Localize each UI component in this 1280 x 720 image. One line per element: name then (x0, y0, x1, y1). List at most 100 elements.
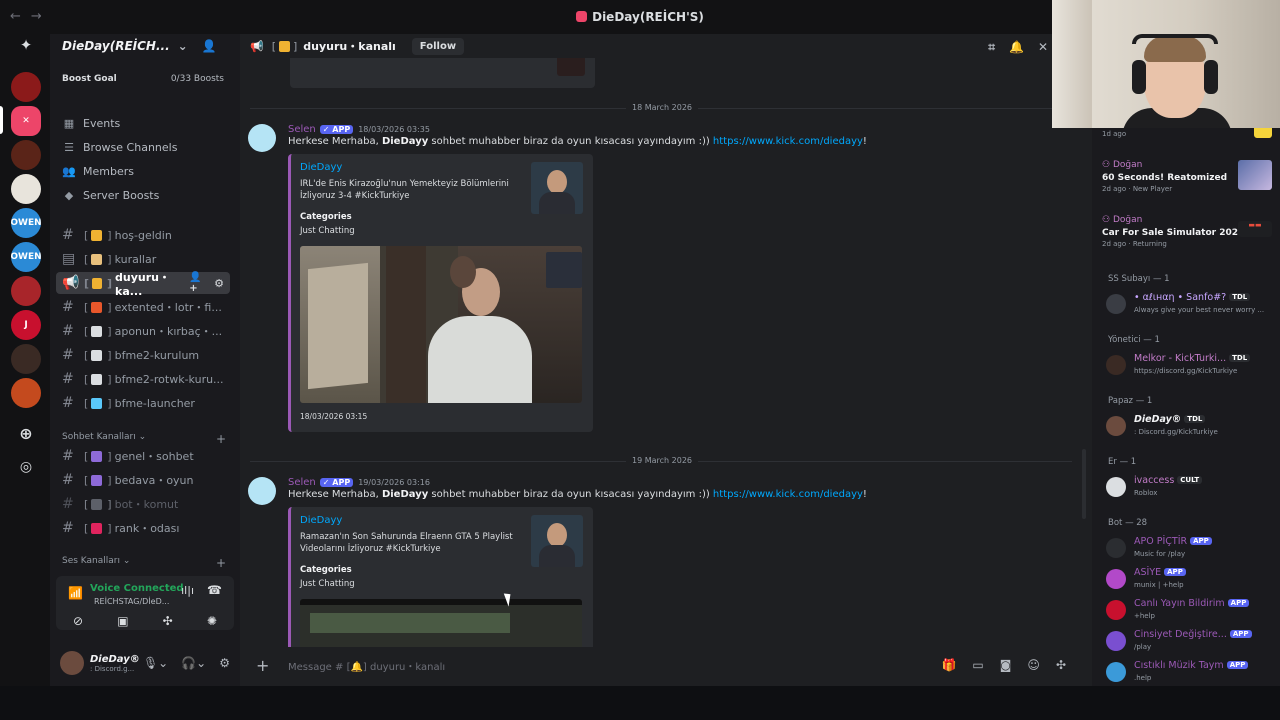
message-link[interactable]: https://www.kick.com/diedayy (713, 489, 863, 500)
member-item[interactable]: Cinsiyet Değiştire... APP /play (1106, 629, 1276, 659)
boost-goal[interactable]: Boost Goal 0/33 Boosts (62, 74, 224, 92)
message-text: Herkese Merhaba, DieDayy sohbet muhabber… (288, 136, 867, 147)
disconnect-icon[interactable]: ☎ (207, 583, 222, 597)
add-channel-icon[interactable]: + (216, 556, 226, 570)
member-item[interactable]: APO PİÇTİR APP Music for /play (1106, 536, 1276, 566)
sticker-icon[interactable]: ◙ (1000, 658, 1012, 672)
add-channel-icon[interactable]: + (216, 432, 226, 446)
server-icon[interactable] (11, 174, 41, 204)
nav-members[interactable]: 👥 Members (62, 160, 232, 182)
activity-item[interactable]: ⚇ Doğan 60 Seconds! Reatomized 2d ago · … (1102, 160, 1272, 210)
nav-events[interactable]: ▦ Events (62, 112, 232, 134)
gear-icon[interactable]: ⚙ (219, 656, 230, 670)
server-icon[interactable]: OWEN (11, 208, 41, 238)
apps-icon[interactable]: ✣ (1056, 658, 1066, 672)
attach-plus-icon[interactable]: + (256, 656, 276, 675)
activity-item[interactable]: 1d ago (1102, 124, 1272, 146)
emoji-icon[interactable]: ☺ (1027, 658, 1040, 672)
screen-share-icon[interactable]: ▣ (117, 614, 128, 628)
server-icon[interactable] (11, 72, 41, 102)
soundboard-icon[interactable]: ✺ (207, 614, 217, 628)
pin-icon[interactable]: ✕ (1038, 40, 1048, 55)
member-item[interactable]: ivaccess CULT Roblox (1106, 475, 1276, 505)
scrollbar[interactable] (1082, 449, 1086, 519)
channel-kurallar[interactable]: ▤ [] kurallar (56, 248, 230, 270)
server-icon[interactable] (11, 378, 41, 408)
channel-bot-komut[interactable]: # [] bot・komut (56, 493, 230, 515)
nav-browse-channels[interactable]: ☰ Browse Channels (62, 136, 232, 158)
embed-provider[interactable]: DieDayy (300, 515, 342, 526)
message-author[interactable]: Selen (288, 477, 316, 488)
embed-thumbnail[interactable] (531, 162, 583, 214)
channel-aponun[interactable]: # [] aponun・kırbaç・... (56, 320, 230, 342)
channel-duyuru-kanali[interactable]: 📢 [] duyuru・ka... 👤+ ⚙ (56, 271, 230, 298)
embed-footer: 18/03/2026 03:15 (300, 412, 368, 421)
gear-icon[interactable]: ⚙ (214, 277, 224, 290)
user-info[interactable]: DieDay® : Discord.g... (90, 654, 140, 673)
channel-genel-sohbet[interactable]: # [] genel・sohbet (56, 445, 230, 467)
member-badge: TDL (1229, 293, 1251, 301)
game-art (1238, 160, 1272, 190)
voice-channel[interactable]: REİCHSTAG/DİeD... (94, 597, 169, 606)
member-name-text: Cıstıklı Müzik Taym (1134, 660, 1224, 671)
nav-server-boosts[interactable]: ◆ Server Boosts (62, 184, 232, 206)
message-input[interactable]: Message # [🔔] duyuru・kanalı (288, 658, 445, 673)
embed-title[interactable]: IRL'de Enis Kirazoğlu'nun Yemekteyiz Böl… (300, 178, 520, 202)
activity-sub: 2d ago · Returning (1102, 240, 1167, 248)
server-icon[interactable] (11, 140, 41, 170)
server-icon[interactable]: OWEN (11, 242, 41, 272)
server-header[interactable]: DieDay(REİCH... ⌄ 👤 (50, 34, 240, 58)
bell-icon[interactable]: 🔔 (1009, 40, 1024, 55)
camera-off-icon[interactable]: ⊘ (73, 614, 83, 628)
channel-bfme2-kurulum[interactable]: # [] bfme2-kurulum (56, 344, 230, 366)
avatar[interactable] (248, 124, 276, 152)
invite-icon[interactable]: 👤+ (189, 272, 208, 294)
boost-goal-label: Boost Goal (62, 74, 117, 84)
message-author[interactable]: Selen (288, 124, 316, 135)
channel-hos-geldin[interactable]: # [] hoş-geldin (56, 224, 230, 246)
embed-thumbnail[interactable] (531, 515, 583, 567)
embed-title[interactable]: Ramazan'ın Son Sahurunda Elraenn GTA 5 P… (300, 531, 520, 555)
server-icon-active[interactable]: ✕ (11, 106, 41, 136)
headphones-icon[interactable]: 🎧⌄ (181, 656, 206, 670)
member-item[interactable]: DieDay® TDL : Discord.gg/KickTurkiye (1106, 414, 1276, 444)
category-ses[interactable]: Ses Kanalları ⌄ + (62, 556, 226, 570)
discover-icon[interactable]: ◎ (11, 452, 41, 482)
embed-provider[interactable]: DieDayy (300, 162, 342, 173)
voice-status[interactable]: Voice Connected (90, 583, 184, 594)
activity-item[interactable]: ⚇ Doğan Car For Sale Simulator 2023 2d a… (1102, 215, 1272, 265)
channel-extented[interactable]: # [] extented・lotr・fi... (56, 296, 230, 318)
channel-bfme-launcher[interactable]: # [] bfme-launcher (56, 392, 230, 414)
channel-bedava-oyun[interactable]: # [] bedava・oyun (56, 469, 230, 491)
hash-icon: # (62, 299, 74, 315)
bracket: ] (293, 39, 298, 53)
message-link[interactable]: https://www.kick.com/diedayy (713, 136, 863, 147)
avatar[interactable] (248, 477, 276, 505)
message-meta: Selen ✓ APP 18/03/2026 03:35 (288, 124, 430, 135)
noise-suppression-icon[interactable]: ıl|ı (181, 584, 194, 597)
gif-icon[interactable]: ▭ (972, 658, 983, 672)
channel-bfme2-rotwk[interactable]: # [] bfme2-rotwk-kuru... (56, 368, 230, 390)
follow-button[interactable]: Follow (411, 37, 465, 55)
server-icon[interactable] (11, 344, 41, 374)
member-item[interactable]: Melkor - KickTurki... TDL https://discord… (1106, 353, 1276, 383)
member-item[interactable]: Canlı Yayın Bildirim APP +help (1106, 598, 1276, 628)
category-sohbet[interactable]: Sohbet Kanalları ⌄ + (62, 432, 226, 446)
avatar[interactable] (60, 651, 84, 675)
gift-icon[interactable]: 🎁 (941, 658, 956, 672)
server-icon[interactable]: J (11, 310, 41, 340)
embed-image[interactable] (300, 246, 582, 403)
add-member-icon[interactable]: 👤 (202, 39, 217, 53)
member-item[interactable]: ASİYE APP munix | +help (1106, 567, 1276, 597)
add-server-icon[interactable]: ⊕ (11, 418, 41, 448)
activities-icon[interactable]: ✣ (163, 614, 173, 628)
member-item[interactable]: • αℓιнαη • Sanfo#? TDL Always give your b… (1106, 292, 1276, 322)
member-item[interactable]: Cıstıklı Müzik Taym APP .help (1106, 660, 1276, 686)
embed-image[interactable] (300, 599, 582, 647)
emoji-icon (91, 325, 103, 337)
server-icon[interactable] (11, 276, 41, 306)
channel-rank-odasi[interactable]: # [] rank・odası (56, 517, 230, 539)
threads-icon[interactable]: ⌗ (988, 40, 995, 55)
discord-home-icon[interactable]: ✦ (11, 30, 41, 60)
microphone-icon[interactable]: 🎙⌄ (143, 656, 168, 670)
